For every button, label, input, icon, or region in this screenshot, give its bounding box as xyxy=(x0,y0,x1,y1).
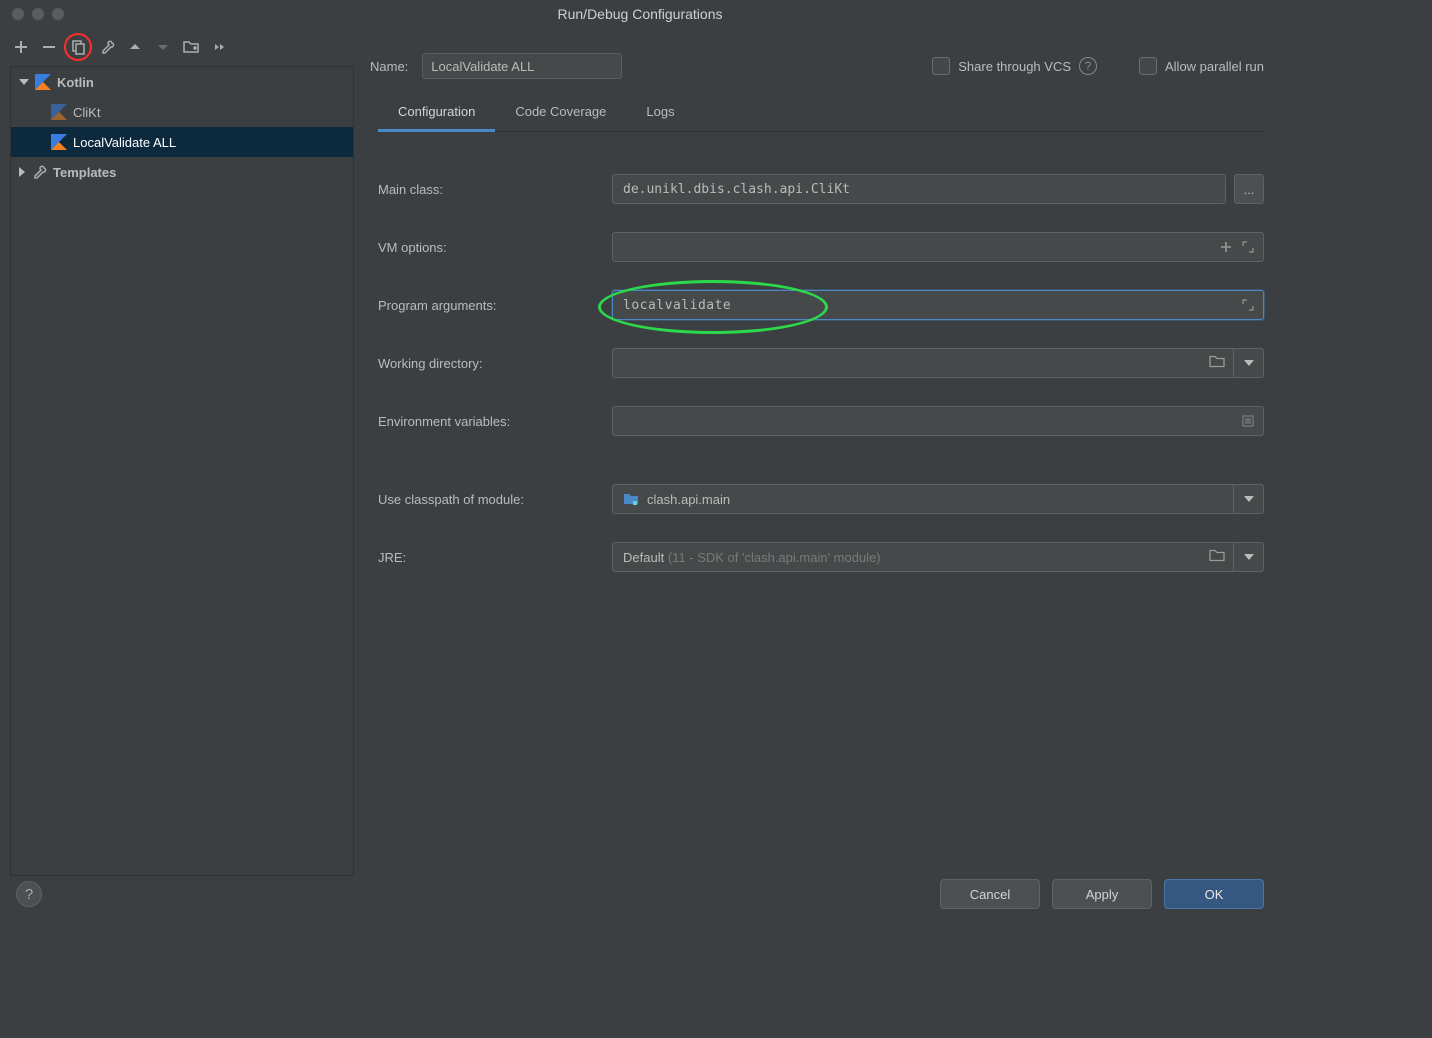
classpath-value: clash.api.main xyxy=(647,492,730,507)
titlebar: Run/Debug Configurations xyxy=(0,0,1280,28)
move-down-button[interactable] xyxy=(150,34,176,60)
main-class-input[interactable] xyxy=(612,174,1226,204)
main-panel: Configuration Code Coverage Logs Main cl… xyxy=(354,66,1280,876)
tree-templates-node[interactable]: Templates xyxy=(11,157,353,187)
list-icon[interactable] xyxy=(1238,411,1258,431)
jre-value: Default (11 - SDK of 'clash.api.main' mo… xyxy=(623,550,881,565)
disclosure-right-icon xyxy=(19,167,25,177)
ok-button[interactable]: OK xyxy=(1164,879,1264,909)
tree-item-clikt[interactable]: CliKt xyxy=(11,97,353,127)
classpath-select[interactable]: clash.api.main xyxy=(612,484,1264,514)
edit-config-button[interactable] xyxy=(94,34,120,60)
module-icon xyxy=(623,492,639,506)
dropdown-icon[interactable] xyxy=(1233,349,1263,377)
copy-config-highlight xyxy=(64,33,92,61)
expand-icon[interactable] xyxy=(1238,237,1258,257)
add-config-button[interactable] xyxy=(8,34,34,60)
dialog-title: Run/Debug Configurations xyxy=(0,6,1280,22)
help-button[interactable]: ? xyxy=(16,881,42,907)
browse-main-class-button[interactable]: ... xyxy=(1234,174,1264,204)
tab-configuration[interactable]: Configuration xyxy=(378,94,495,132)
program-args-label: Program arguments: xyxy=(378,298,612,313)
jre-select[interactable]: Default (11 - SDK of 'clash.api.main' mo… xyxy=(612,542,1264,572)
env-vars-input[interactable] xyxy=(612,406,1264,436)
copy-config-button[interactable] xyxy=(68,37,88,57)
configuration-form: Main class: ... VM options: Program argu… xyxy=(378,160,1264,586)
config-tree: Kotlin CliKt LocalValidate ALL Templates xyxy=(10,66,354,876)
vm-options-input[interactable] xyxy=(612,232,1264,262)
env-vars-label: Environment variables: xyxy=(378,414,612,429)
tab-code-coverage[interactable]: Code Coverage xyxy=(495,94,626,132)
tab-logs[interactable]: Logs xyxy=(626,94,694,132)
kotlin-icon xyxy=(51,104,67,120)
dropdown-icon[interactable] xyxy=(1233,485,1263,513)
move-up-button[interactable] xyxy=(122,34,148,60)
tree-item-label: LocalValidate ALL xyxy=(73,135,176,150)
main-class-label: Main class: xyxy=(378,182,612,197)
kotlin-icon xyxy=(35,74,51,90)
more-toolbar-button[interactable] xyxy=(206,34,232,60)
vm-options-label: VM options: xyxy=(378,240,612,255)
add-vm-option-button[interactable] xyxy=(1216,237,1236,257)
classpath-label: Use classpath of module: xyxy=(378,492,612,507)
kotlin-icon xyxy=(51,134,67,150)
dialog-footer: ? Cancel Apply OK xyxy=(0,870,1280,918)
cancel-button[interactable]: Cancel xyxy=(940,879,1040,909)
folder-icon[interactable] xyxy=(1209,355,1225,372)
wrench-icon xyxy=(31,164,47,180)
apply-button[interactable]: Apply xyxy=(1052,879,1152,909)
folder-icon[interactable] xyxy=(1209,549,1225,566)
working-dir-input[interactable] xyxy=(612,348,1264,378)
tree-item-localvalidate[interactable]: LocalValidate ALL xyxy=(11,127,353,157)
dropdown-icon[interactable] xyxy=(1233,543,1263,571)
tree-templates-label: Templates xyxy=(53,165,116,180)
tree-kotlin-node[interactable]: Kotlin xyxy=(11,67,353,97)
tree-kotlin-label: Kotlin xyxy=(57,75,94,90)
expand-icon[interactable] xyxy=(1238,295,1258,315)
working-dir-label: Working directory: xyxy=(378,356,612,371)
tabs: Configuration Code Coverage Logs xyxy=(378,94,1264,132)
jre-label: JRE: xyxy=(378,550,612,565)
disclosure-down-icon xyxy=(19,79,29,85)
tree-item-label: CliKt xyxy=(73,105,100,120)
folder-button[interactable] xyxy=(178,34,204,60)
remove-config-button[interactable] xyxy=(36,34,62,60)
program-args-input[interactable] xyxy=(612,290,1264,320)
